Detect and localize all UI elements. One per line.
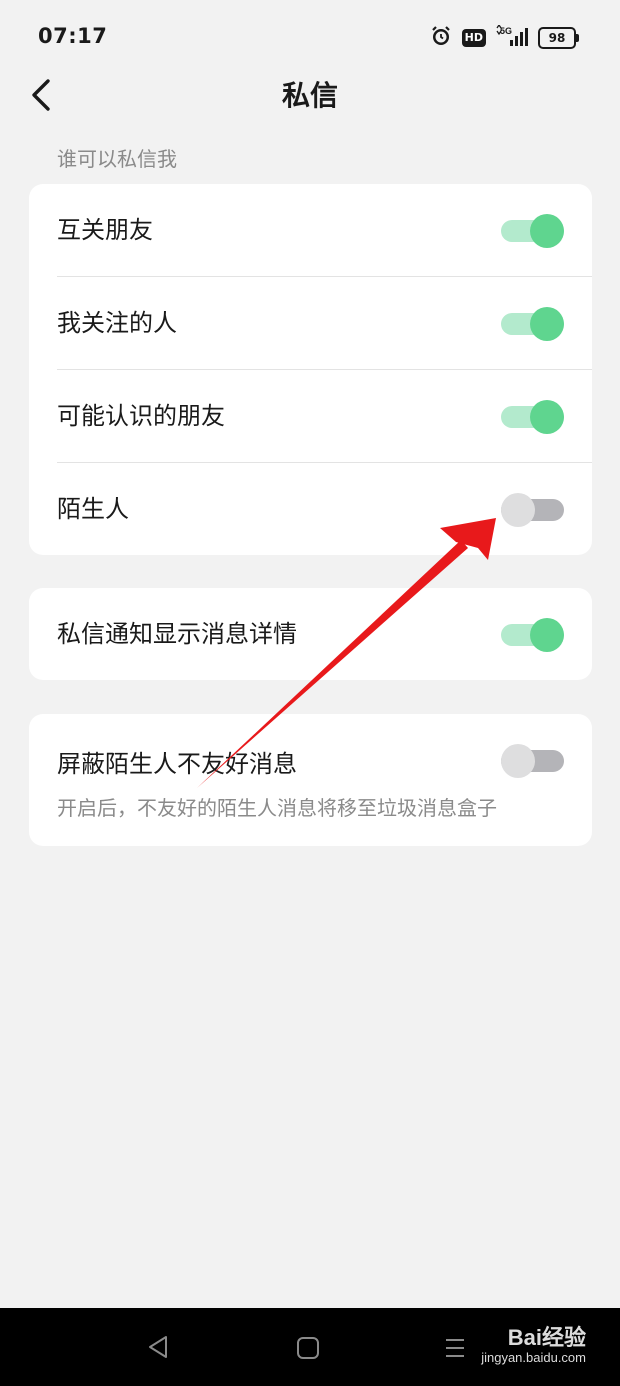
battery-icon: 98 [538,27,579,49]
nav-menu-button[interactable] [444,1336,466,1364]
system-nav-bar: Bai经验 jingyan.baidu.com [0,1308,620,1386]
alarm-icon [430,25,452,51]
watermark-logo: Bai经验 [507,1325,586,1350]
toggle-switch[interactable] [501,307,564,341]
block-unfriendly-card: 屏蔽陌生人不友好消息 开启后，不友好的陌生人消息将移至垃圾消息盒子 [29,714,592,846]
setting-row-strangers[interactable]: 陌生人 [57,462,592,555]
setting-label: 我关注的人 [57,309,177,337]
svg-text:5G: 5G [500,26,512,36]
nav-back-button[interactable] [146,1334,170,1364]
square-home-icon [297,1337,319,1359]
setting-row-mutual-friends[interactable]: 互关朋友 [57,184,592,276]
nav-header: 私信 [0,76,620,116]
setting-label: 私信通知显示消息详情 [57,620,297,648]
nav-home-button[interactable] [296,1336,320,1364]
menu-icon [446,1339,464,1357]
toggle-switch[interactable] [501,744,564,778]
setting-label: 陌生人 [57,495,129,523]
toggle-switch[interactable] [501,618,564,652]
section-label: 谁可以私信我 [57,147,177,171]
toggle-switch[interactable] [501,214,564,248]
setting-label: 可能认识的朋友 [57,402,225,430]
setting-description: 开启后，不友好的陌生人消息将移至垃圾消息盒子 [57,796,497,820]
hd-badge: HD [461,29,486,47]
who-can-message-card: 互关朋友 我关注的人 可能认识的朋友 陌生人 [29,184,592,555]
page-title: 私信 [281,79,338,112]
status-bar: 07:17 HD 5G 98 [0,0,620,76]
setting-row-block-unfriendly[interactable]: 屏蔽陌生人不友好消息 开启后，不友好的陌生人消息将移至垃圾消息盒子 [57,714,592,846]
setting-row-suggested-friends[interactable]: 可能认识的朋友 [57,369,592,462]
status-icons: HD 5G 98 [430,23,579,51]
notification-detail-card: 私信通知显示消息详情 [29,588,592,680]
toggle-switch[interactable] [501,400,564,434]
watermark: Bai经验 jingyan.baidu.com [481,1320,586,1365]
setting-label: 屏蔽陌生人不友好消息 [57,750,297,778]
triangle-back-icon [149,1336,167,1358]
signal-icon: 5G [496,23,528,51]
setting-label: 互关朋友 [57,216,153,244]
toggle-switch[interactable] [501,493,564,527]
status-time: 07:17 [38,24,108,48]
setting-row-notification-detail[interactable]: 私信通知显示消息详情 [57,588,592,680]
watermark-url: jingyan.baidu.com [481,1350,586,1365]
setting-row-following[interactable]: 我关注的人 [57,276,592,369]
